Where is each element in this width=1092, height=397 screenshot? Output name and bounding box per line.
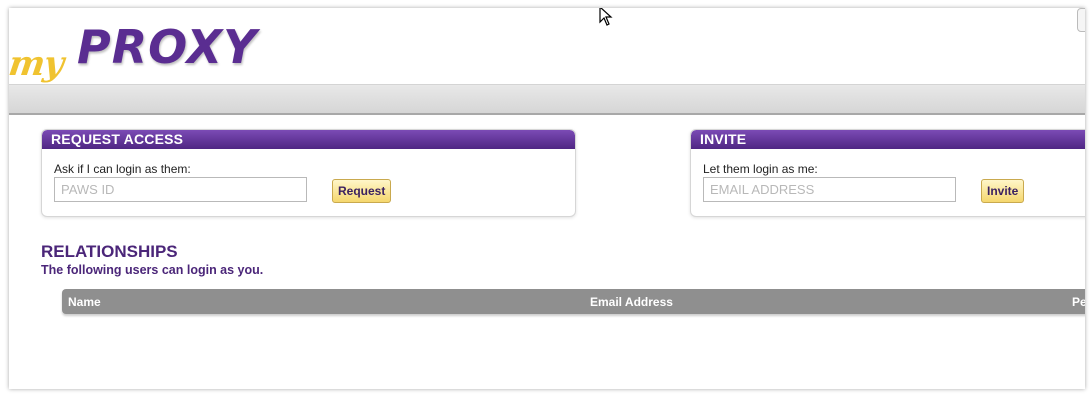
column-header-name[interactable]: Name <box>68 295 101 309</box>
relationships-title: RELATIONSHIPS <box>41 242 178 261</box>
invite-title: INVITE <box>691 130 1085 149</box>
request-button[interactable]: Request <box>332 179 392 203</box>
paws-id-input[interactable] <box>54 177 307 202</box>
mouse-cursor-icon <box>599 8 613 26</box>
request-access-panel: REQUEST ACCESS Ask if I can login as the… <box>41 129 576 217</box>
request-access-label: Ask if I can login as them: <box>54 162 191 176</box>
column-header-permissions[interactable]: Pe <box>1072 295 1085 309</box>
logo-my-text: my <box>9 44 66 84</box>
logo-proxy-text: PROXY <box>77 20 258 74</box>
myproxy-logo: my PROXY <box>9 20 299 84</box>
nav-toolbar <box>9 85 1085 115</box>
email-address-input[interactable] <box>703 177 956 202</box>
relationships-table-header: Name Email Address Pe <box>62 289 1085 314</box>
corner-scroll-widget[interactable] <box>1077 8 1085 32</box>
app-window: my PROXY REQUEST ACCESS Ask if I can log… <box>9 8 1085 389</box>
relationships-subtitle: The following users can login as you. <box>41 263 264 277</box>
invite-panel: INVITE Let them login as me: Invite <box>690 129 1085 217</box>
request-access-title: REQUEST ACCESS <box>42 130 575 149</box>
column-header-email-address[interactable]: Email Address <box>590 295 673 309</box>
invite-label: Let them login as me: <box>703 162 818 176</box>
header: my PROXY <box>9 8 1085 85</box>
invite-button[interactable]: Invite <box>981 179 1025 203</box>
